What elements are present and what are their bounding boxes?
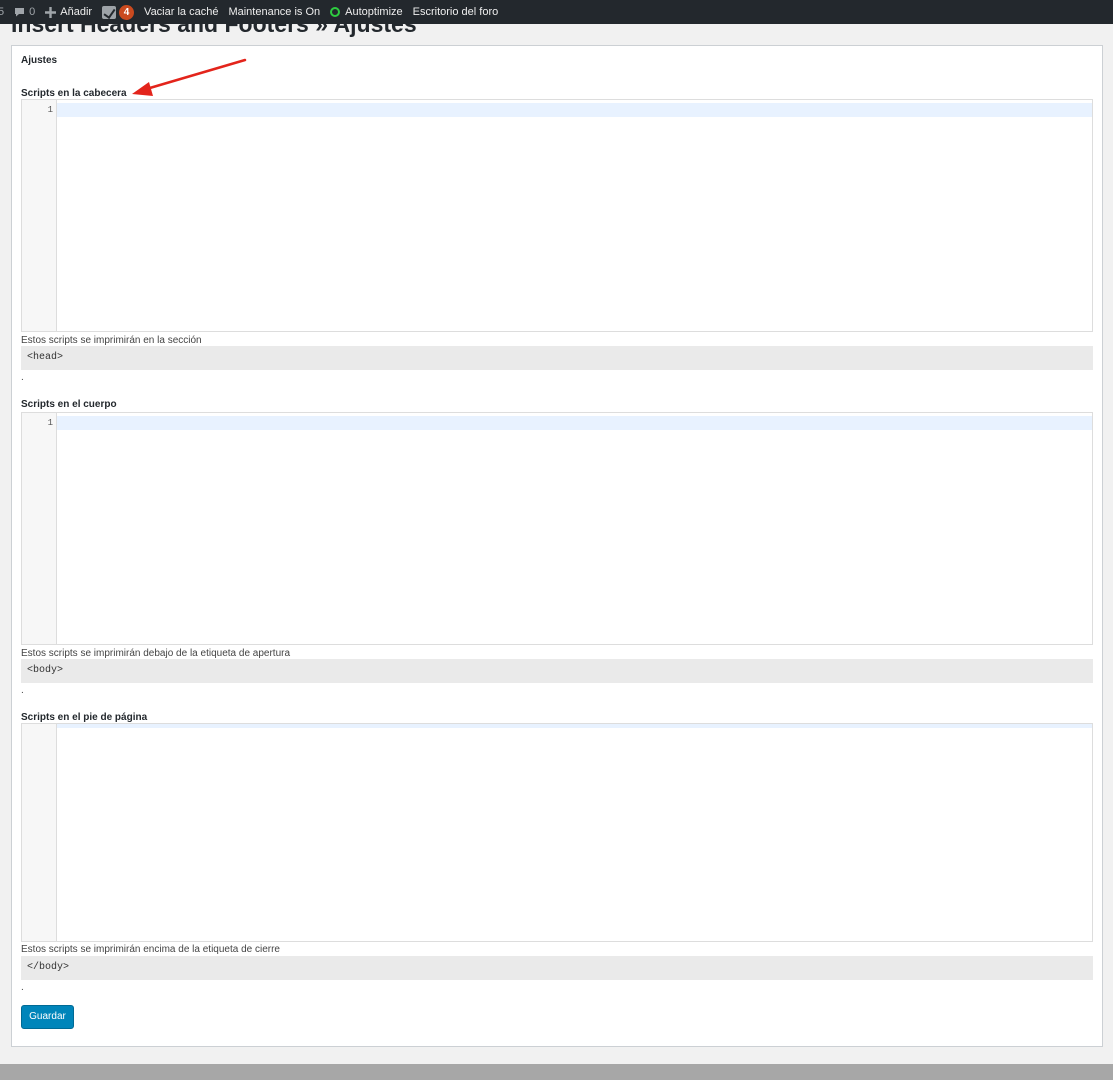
notification-badge: 4 xyxy=(119,4,135,20)
save-button[interactable]: Guardar xyxy=(21,1005,74,1029)
trailing-period: . xyxy=(21,982,24,993)
footer-bar xyxy=(0,1064,1113,1080)
arrow-head xyxy=(132,82,153,96)
settings-heading: Ajustes xyxy=(21,55,58,66)
toolbar-clear-cache[interactable]: Vaciar la caché xyxy=(139,0,223,24)
footer-scripts-description: Estos scripts se imprimirán encima de la… xyxy=(21,944,280,955)
plus-icon xyxy=(45,6,57,18)
line-gutter: 1 xyxy=(22,413,57,644)
toolbar-comments-item[interactable]: 0 xyxy=(9,0,40,24)
status-ring-icon xyxy=(330,7,341,17)
active-line xyxy=(57,103,1092,117)
active-line xyxy=(57,724,1092,728)
comments-count: 0 xyxy=(29,6,36,18)
active-line xyxy=(57,416,1092,430)
header-scripts-editor[interactable]: 1 xyxy=(21,99,1093,332)
maintenance-label: Maintenance is On xyxy=(228,6,321,18)
header-scripts-label: Scripts en la cabecera xyxy=(21,88,127,99)
body-scripts-label: Scripts en el cuerpo xyxy=(21,399,117,410)
yoast-logo-icon xyxy=(102,5,117,19)
body-scripts-editor[interactable]: 1 xyxy=(21,412,1093,645)
comment-bubble-icon xyxy=(15,8,25,17)
line-number: 1 xyxy=(47,105,53,115)
line-gutter: 1 xyxy=(22,100,57,331)
toolbar-yoast-item[interactable]: 4 xyxy=(97,0,139,24)
head-tag-code: <head> xyxy=(21,346,1093,370)
admin-toolbar: 5 0 Añadir 4 Vaciar la caché Maintenance… xyxy=(0,0,1113,24)
forum-label: Escritorio del foro xyxy=(412,6,499,18)
new-label: Añadir xyxy=(60,6,93,18)
trailing-period: . xyxy=(21,685,24,696)
line-number: 1 xyxy=(47,418,53,428)
closing-body-tag-code: </body> xyxy=(21,956,1093,980)
body-scripts-description: Estos scripts se imprimirán debajo de la… xyxy=(21,648,291,659)
footer-scripts-label: Scripts en el pie de página xyxy=(21,712,148,723)
toolbar-forum-dashboard[interactable]: Escritorio del foro xyxy=(408,0,504,24)
footer-scripts-editor[interactable] xyxy=(21,723,1093,942)
arrow-shaft xyxy=(141,58,247,92)
body-tag-code: <body> xyxy=(21,659,1093,683)
toolbar-maintenance[interactable]: Maintenance is On xyxy=(223,0,325,24)
settings-panel: Ajustes Scripts en la cabecera 1 Estos s… xyxy=(11,45,1103,1047)
updates-count: 5 xyxy=(0,6,5,18)
toolbar-updates-item[interactable]: 5 xyxy=(0,0,9,24)
toolbar-new-item[interactable]: Añadir xyxy=(40,0,97,24)
autoptimize-label: Autoptimize xyxy=(345,6,403,18)
annotation-arrow-icon xyxy=(132,58,247,96)
clear-cache-label: Vaciar la caché xyxy=(144,6,219,18)
header-scripts-description: Estos scripts se imprimirán en la secció… xyxy=(21,335,202,346)
toolbar-autoptimize[interactable]: Autoptimize xyxy=(325,0,407,24)
line-gutter xyxy=(22,724,57,941)
trailing-period: . xyxy=(21,372,24,383)
